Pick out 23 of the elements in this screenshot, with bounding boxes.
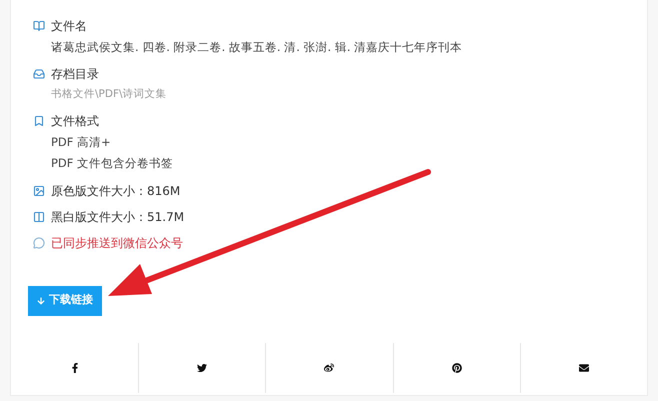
section-title: 文件格式 [51,113,99,130]
book-icon [33,20,45,32]
section-value: PDF 高清+ [50,134,112,151]
bookmark-icon [33,115,45,127]
pinterest-icon [452,363,462,373]
file-size: 黑白版文件大小：51.7M [51,208,184,226]
columns-icon [33,210,45,222]
image-icon [33,184,45,196]
bird-icon [197,363,208,373]
download-button[interactable]: 下载链接 [28,286,102,316]
download-icon [37,296,45,304]
inbox-icon [33,68,45,80]
file-size: 原色版文件大小：816M [51,182,180,200]
sync-notice: 已同步推送到微信公众号 [51,234,183,252]
chat-icon [33,236,45,248]
folder-path: 书格文件\PDF\诗词文集 [50,87,168,102]
facebook-icon [70,363,80,373]
section-title: 文件名 [51,18,87,35]
weibo-icon [324,363,334,373]
mail-icon [578,363,589,373]
section-title: 存档目录 [51,66,99,84]
section-value: 诸葛忠武侯文集. 四卷. 附录二卷. 故事五卷. 清. 张澍. 辑. 清嘉庆十七年序刊本 [50,39,464,56]
section-value: PDF 文件包含分卷书签 [50,155,174,172]
